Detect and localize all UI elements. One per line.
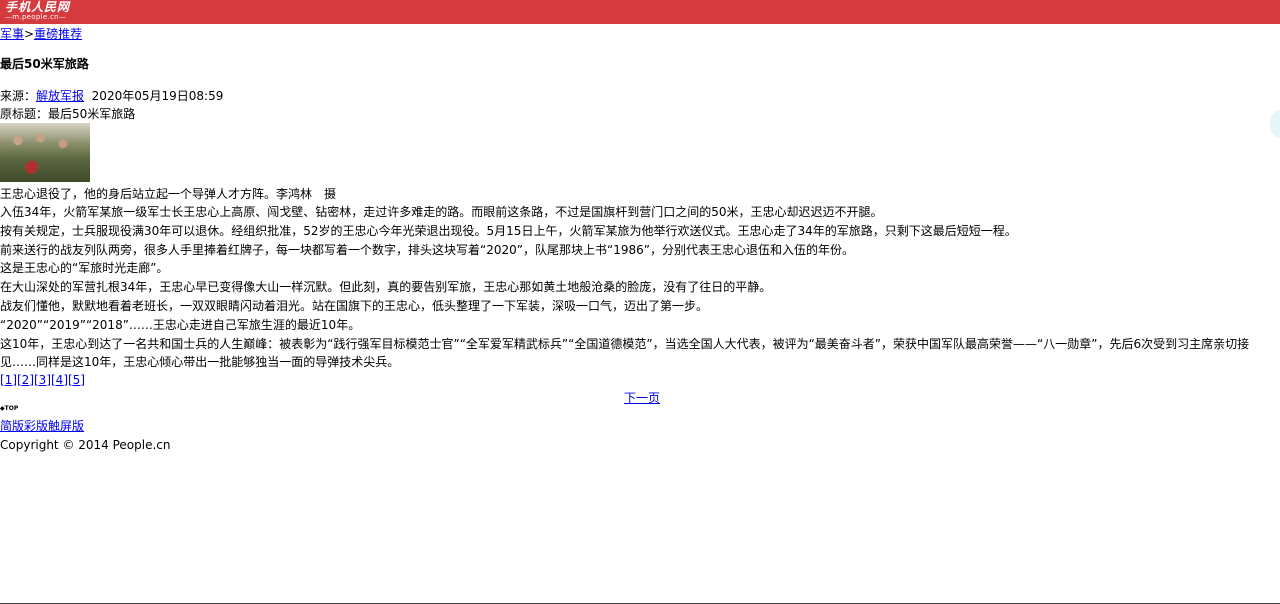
page-link-3[interactable]: [3] — [34, 373, 51, 387]
publish-datetime: 2020年05月19日08:59 — [91, 89, 224, 103]
breadcrumb-section-link[interactable]: 军事 — [0, 27, 24, 41]
simple-version-link[interactable]: 简版 — [0, 419, 24, 433]
breadcrumb-separator: > — [24, 27, 35, 41]
floating-widget[interactable] — [1270, 110, 1280, 138]
article-paragraph: 这10年，王忠心到达了一名共和国士兵的人生巅峰：被表彰为“践行强军目标模范士官”… — [0, 336, 1250, 370]
copyright: Copyright © 2014 People.cn — [0, 438, 171, 452]
page-link-2[interactable]: [2] — [17, 373, 34, 387]
article-paragraph: 入伍34年，火箭军某旅一级军士长王忠心上高原、闯戈壁、钻密林，走过许多难走的路。… — [0, 205, 883, 219]
article-paragraph: 这是王忠心的“军旅时光走廊”。 — [0, 261, 169, 276]
top-label: TOP — [4, 405, 19, 412]
source-label: 来源： — [0, 89, 37, 103]
article-body: 入伍34年，火箭军某旅一级军士长王忠心上高原、闯戈壁、钻密林，走过许多难走的路。… — [0, 203, 1280, 372]
source-link[interactable]: 解放军报 — [36, 89, 84, 103]
article-paragraph: 按有关规定，士兵服现役满30年可以退休。经组织批准，52岁的王忠心今年光荣退出现… — [0, 223, 1017, 238]
original-title: 原标题：最后50米军旅路 — [0, 107, 136, 121]
logo-domain: —m.people.cn— — [5, 13, 67, 21]
version-links: 简版彩版触屏版 — [0, 417, 84, 435]
article-paragraph: 前来送行的战友列队两旁，很多人手里捧着红牌子，每一块都写着一个数字，排头这块写着… — [0, 242, 854, 257]
article-paragraph: 在大山深处的军营扎根34年，王忠心早已变得像大山一样沉默。但此刻，真的要告别军旅… — [0, 280, 772, 295]
color-version-link[interactable]: 彩版 — [24, 419, 48, 433]
breadcrumb: 军事>重磅推荐 — [0, 25, 82, 43]
photo-caption: 王忠心退役了，他的身后站立起一个导弹人才方阵。李鸿林 摄 — [0, 187, 337, 201]
page-link-1[interactable]: [1] — [0, 373, 17, 387]
site-logo[interactable]: 手机人民网 —m.people.cn— — [5, 1, 70, 21]
breadcrumb-subsection-link[interactable]: 重磅推荐 — [34, 27, 82, 41]
next-page-link[interactable]: 下一页 — [624, 389, 660, 407]
logo-text: 手机人民网 — [5, 0, 71, 14]
article-photo[interactable] — [0, 123, 90, 182]
article-paragraph: “2020”“2019”“2018”……王忠心走进自己军旅生涯的最近10年。 — [0, 317, 361, 332]
back-to-top[interactable]: ◆TOP — [0, 406, 18, 412]
site-header: 手机人民网 —m.people.cn— — [0, 0, 1280, 24]
article-title: 最后50米军旅路 — [0, 57, 89, 71]
pagination: [1][2][3][4][5] — [0, 371, 85, 389]
article-paragraph: 战友们懂他，默默地看着老班长，一双双眼睛闪动着泪光。站在国旗下的王忠心，低头整理… — [0, 298, 709, 313]
page-link-5[interactable]: [5] — [68, 373, 85, 387]
touch-version-link[interactable]: 触屏版 — [48, 419, 84, 433]
page-link-4[interactable]: [4] — [51, 373, 68, 387]
article-meta: 来源：解放军报 2020年05月19日08:59 — [0, 87, 223, 105]
